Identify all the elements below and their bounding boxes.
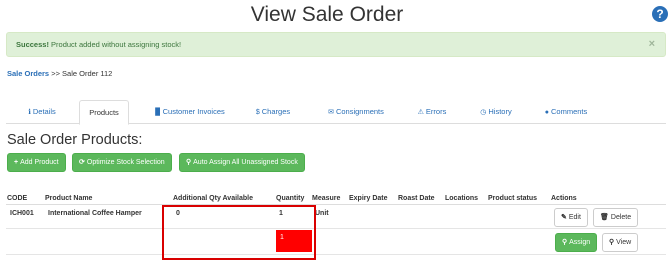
measure-value: Unit xyxy=(315,210,329,217)
page-title: View Sale Order xyxy=(250,3,404,26)
auto-assign-button[interactable]: ⚲ Auto Assign All Unassigned Stock xyxy=(179,153,305,172)
header-divider xyxy=(6,204,666,205)
cell-measure: Unit xyxy=(315,210,329,217)
delete-button[interactable]: 🗑 Delete xyxy=(593,208,639,227)
plus-icon: + xyxy=(14,159,19,166)
breadcrumb-link-sale-orders[interactable]: Sale Orders xyxy=(7,69,49,78)
tab-label: History xyxy=(488,107,512,116)
envelope-icon: ✉ xyxy=(328,109,334,116)
file-icon: ▉ xyxy=(155,109,161,116)
section-title: Sale Order Products: xyxy=(7,132,143,148)
tab-products[interactable]: Products xyxy=(79,100,129,125)
col-header-code: CODE xyxy=(7,195,28,202)
tab-customer-invoices[interactable]: ▉ Customer Invoices xyxy=(142,100,238,124)
tab-charges[interactable]: $ Charges xyxy=(249,100,297,124)
button-label: Edit xyxy=(568,214,581,221)
button-label: View xyxy=(616,239,632,246)
tab-comments[interactable]: ● Comments xyxy=(534,100,598,124)
search-icon: ⚲ xyxy=(609,239,615,246)
tab-history[interactable]: ◷ History xyxy=(470,100,522,124)
col-header-product-name: Product Name xyxy=(45,195,93,202)
dollar-icon: $ xyxy=(255,109,260,116)
tab-details[interactable]: ℹ Details xyxy=(10,100,74,124)
add-product-button[interactable]: + Add Product xyxy=(7,153,66,172)
search-icon: ⚲ xyxy=(186,159,192,166)
tab-label: Customer Invoices xyxy=(162,107,225,116)
comment-icon: ● xyxy=(544,109,549,116)
code-value: ICH001 xyxy=(10,210,34,217)
tab-label: Products xyxy=(89,108,119,117)
tab-consignments[interactable]: ✉ Consignments xyxy=(316,100,396,124)
breadcrumb: Sale Orders >> Sale Order 112 xyxy=(7,69,112,78)
help-icon[interactable]: ? xyxy=(652,6,668,22)
tab-label: Errors xyxy=(425,107,447,116)
edit-button[interactable]: ✎ Edit xyxy=(554,208,588,227)
pencil-icon: ✎ xyxy=(561,214,567,221)
clock-icon: ◷ xyxy=(480,109,487,116)
col-header-actions: Actions xyxy=(551,195,577,202)
row-divider xyxy=(6,254,666,255)
tab-label: Details xyxy=(32,107,56,116)
col-header-additional-qty: Additional Qty Available xyxy=(173,195,253,202)
tab-label: Comments xyxy=(550,107,588,116)
row-divider xyxy=(6,228,666,229)
view-button[interactable]: ⚲ View xyxy=(602,233,639,252)
col-header-expiry-date: Expiry Date xyxy=(349,195,388,202)
cell-code: ICH001 xyxy=(10,210,34,217)
button-label: Delete xyxy=(610,214,632,221)
cell-product-name: International Coffee Hamper xyxy=(48,210,142,217)
breadcrumb-current: Sale Order 112 xyxy=(62,69,113,78)
optimize-stock-button[interactable]: ⟳ Optimize Stock Selection xyxy=(72,153,172,172)
tab-errors[interactable]: ⚠ Errors xyxy=(408,100,456,124)
col-header-quantity: Quantity xyxy=(276,195,305,202)
warning-icon: ⚠ xyxy=(417,109,424,116)
product-name-value: International Coffee Hamper xyxy=(48,210,142,217)
success-alert: Success! Product added without assigning… xyxy=(6,32,666,57)
tab-label: Charges xyxy=(261,107,291,116)
refresh-icon: ⟳ xyxy=(79,159,85,166)
button-label: Auto Assign All Unassigned Stock xyxy=(193,159,298,166)
trash-icon: 🗑 xyxy=(600,214,609,221)
search-icon: ⚲ xyxy=(562,239,568,246)
col-header-product-status: Product status xyxy=(488,195,538,202)
highlight-annotation xyxy=(162,205,316,260)
col-header-locations: Locations xyxy=(445,195,479,202)
alert-strong: Success! xyxy=(16,40,49,49)
assign-button[interactable]: ⚲ Assign xyxy=(555,233,598,252)
button-label: Optimize Stock Selection xyxy=(86,159,165,166)
button-label: Assign xyxy=(569,239,591,246)
tab-bar: ℹ Details Products ▉ Customer Invoices $ Ch… xyxy=(6,100,666,125)
col-header-roast-date: Roast Date xyxy=(398,195,435,202)
button-label: Add Product xyxy=(20,159,59,166)
tab-label: Consignments xyxy=(335,107,384,116)
close-icon[interactable]: × xyxy=(649,33,655,56)
alert-message: Product added without assigning stock! xyxy=(48,40,182,49)
col-header-measure: Measure xyxy=(312,195,341,202)
breadcrumb-separator: >> xyxy=(49,69,63,78)
info-icon: ℹ xyxy=(28,109,31,116)
